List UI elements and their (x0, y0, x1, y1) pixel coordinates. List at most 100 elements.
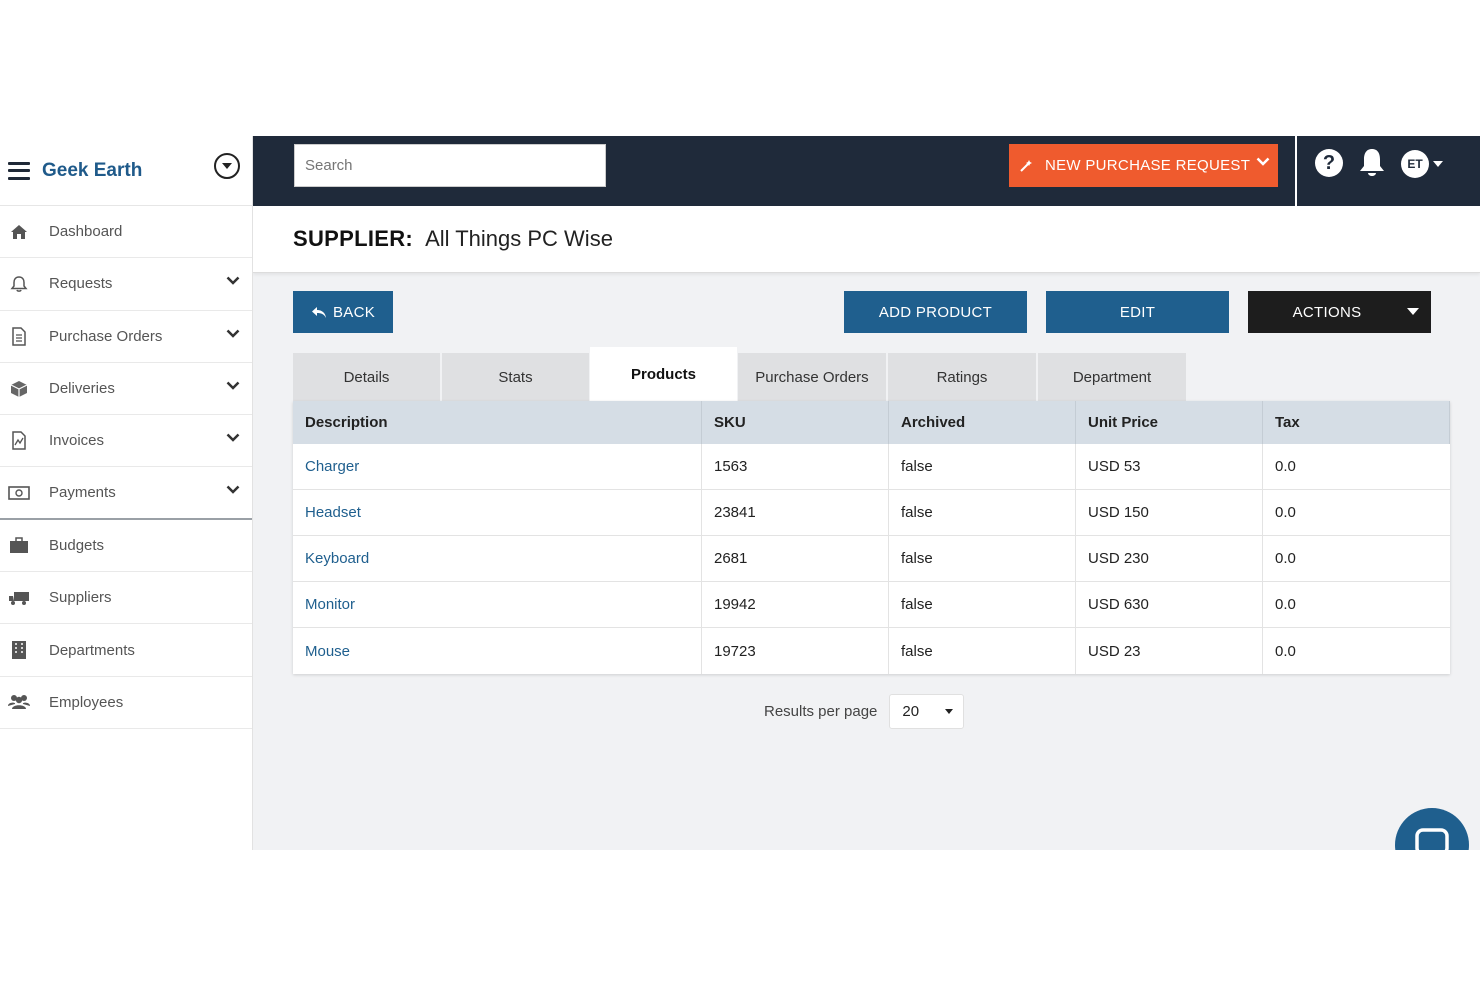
search-input[interactable] (294, 144, 606, 187)
sidebar-item-employees[interactable]: Employees (0, 677, 252, 729)
sidebar-item-purchase-orders[interactable]: Purchase Orders (0, 311, 252, 363)
archived-cell: false (889, 628, 1076, 674)
chevron-down-icon[interactable] (226, 433, 240, 442)
page-title: All Things PC Wise (425, 226, 613, 251)
sidebar-item-requests[interactable]: Requests (0, 258, 252, 311)
table-row: Charger 1563 false USD 53 0.0 (293, 444, 1450, 490)
tab-stats[interactable]: Stats (442, 353, 589, 402)
app-window: Geek Earth Dashboard Requests Purchase O… (0, 136, 1480, 850)
chat-launcher-button[interactable] (1395, 808, 1469, 850)
sidebar-item-dashboard[interactable]: Dashboard (0, 206, 252, 259)
sidebar-item-departments[interactable]: Departments (0, 624, 252, 677)
actions-label: ACTIONS (1292, 303, 1362, 321)
tab-products[interactable]: Products (590, 347, 737, 402)
sidebar-item-deliveries[interactable]: Deliveries (0, 363, 252, 416)
sidebar-item-suppliers[interactable]: Suppliers (0, 572, 252, 625)
brand-dropdown-icon[interactable] (214, 153, 240, 179)
caret-down-icon (945, 709, 954, 714)
product-link[interactable]: Charger (293, 444, 702, 489)
table-row: Monitor 19942 false USD 630 0.0 (293, 582, 1450, 628)
chevron-down-icon[interactable] (226, 381, 240, 390)
tab-label: Ratings (936, 369, 988, 386)
sidebar-item-budgets[interactable]: Budgets (0, 520, 252, 573)
sidebar-item-label: Suppliers (49, 589, 112, 607)
caret-down-icon (1407, 308, 1419, 315)
invoice-icon (8, 430, 30, 452)
sku-cell: 19723 (702, 628, 889, 674)
new-purchase-request-button[interactable]: NEW PURCHASE REQUEST (1009, 144, 1278, 187)
building-icon (8, 639, 30, 661)
column-header-unit-price[interactable]: Unit Price (1076, 401, 1263, 444)
add-product-label: ADD PRODUCT (878, 303, 993, 321)
edit-label: EDIT (1119, 303, 1156, 321)
sidebar-item-label: Dashboard (49, 223, 123, 241)
column-header-archived[interactable]: Archived (889, 401, 1076, 444)
table-row: Keyboard 2681 false USD 230 0.0 (293, 536, 1450, 582)
sidebar-item-label: Invoices (49, 432, 105, 450)
tab-ratings[interactable]: Ratings (888, 353, 1036, 402)
tab-details[interactable]: Details (293, 353, 440, 402)
tab-bar: Details Stats Products Purchase Orders R… (293, 347, 1193, 402)
archived-cell: false (889, 582, 1076, 627)
help-icon[interactable]: ? (1315, 149, 1343, 177)
magic-wand-icon (1020, 159, 1032, 172)
archived-cell: false (889, 490, 1076, 535)
archived-cell: false (889, 536, 1076, 581)
sidebar-item-invoices[interactable]: Invoices (0, 415, 252, 468)
product-link[interactable]: Monitor (293, 582, 702, 627)
sku-cell: 23841 (702, 490, 889, 535)
sidebar-item-label: Requests (49, 275, 113, 293)
product-link[interactable]: Keyboard (293, 536, 702, 581)
tab-purchase-orders[interactable]: Purchase Orders (738, 353, 886, 402)
column-header-tax[interactable]: Tax (1263, 401, 1450, 444)
edit-button[interactable]: EDIT (1046, 291, 1229, 333)
tab-department[interactable]: Department (1038, 353, 1186, 402)
avatar-caret-icon[interactable] (1433, 161, 1443, 167)
tab-label: Stats (498, 369, 533, 386)
back-button[interactable]: BACK (293, 291, 393, 333)
product-link[interactable]: Mouse (293, 628, 702, 674)
box-icon (8, 378, 30, 400)
tax-cell: 0.0 (1275, 504, 1296, 521)
sku-cell: 1563 (702, 444, 889, 489)
topbar-divider (1295, 136, 1297, 206)
table-row: Mouse 19723 false USD 23 0.0 (293, 628, 1450, 674)
results-per-page-label: Results per page (764, 703, 878, 720)
product-link[interactable]: Headset (293, 490, 702, 535)
unit-price-cell: USD 23 (1076, 628, 1263, 674)
actions-button[interactable]: ACTIONS (1248, 291, 1431, 333)
chat-icon (1415, 828, 1449, 850)
user-avatar[interactable]: ET (1401, 150, 1429, 178)
unit-price-cell: USD 53 (1076, 444, 1263, 489)
products-table: Description SKU Archived Unit Price Tax … (293, 401, 1450, 674)
table-row: Headset 23841 false USD 150 0.0 (293, 490, 1450, 536)
page-title-label: SUPPLIER: (293, 226, 414, 251)
tab-label: Department (1072, 369, 1152, 386)
results-per-page-select[interactable]: 20 (889, 694, 965, 729)
back-arrow-icon (311, 306, 326, 318)
brand-bar: Geek Earth (0, 136, 252, 206)
sidebar: Geek Earth Dashboard Requests Purchase O… (0, 136, 253, 850)
back-label: BACK (332, 303, 376, 321)
unit-price-cell: USD 230 (1076, 536, 1263, 581)
sidebar-item-payments[interactable]: Payments (0, 467, 252, 520)
chevron-down-icon[interactable] (226, 276, 240, 286)
results-per-page-value: 20 (902, 703, 920, 720)
tax-cell: 0.0 (1275, 642, 1296, 660)
avatar-initials: ET (1407, 157, 1423, 171)
chevron-down-icon[interactable] (226, 329, 240, 338)
unit-price-cell: USD 150 (1076, 490, 1263, 535)
add-product-button[interactable]: ADD PRODUCT (844, 291, 1027, 333)
pagination: Results per page 20 (764, 694, 965, 729)
tab-label: Details (343, 369, 390, 386)
table-header-row: Description SKU Archived Unit Price Tax (293, 401, 1450, 444)
chevron-down-icon[interactable] (226, 485, 240, 495)
notifications-bell-icon[interactable] (1356, 146, 1388, 180)
help-glyph: ? (1322, 151, 1336, 174)
tab-label: Purchase Orders (755, 369, 869, 386)
column-header-description[interactable]: Description (293, 401, 702, 444)
column-header-sku[interactable]: SKU (702, 401, 889, 444)
bell-icon (8, 273, 30, 295)
hamburger-menu-icon[interactable] (8, 161, 30, 180)
briefcase-icon (8, 534, 30, 556)
